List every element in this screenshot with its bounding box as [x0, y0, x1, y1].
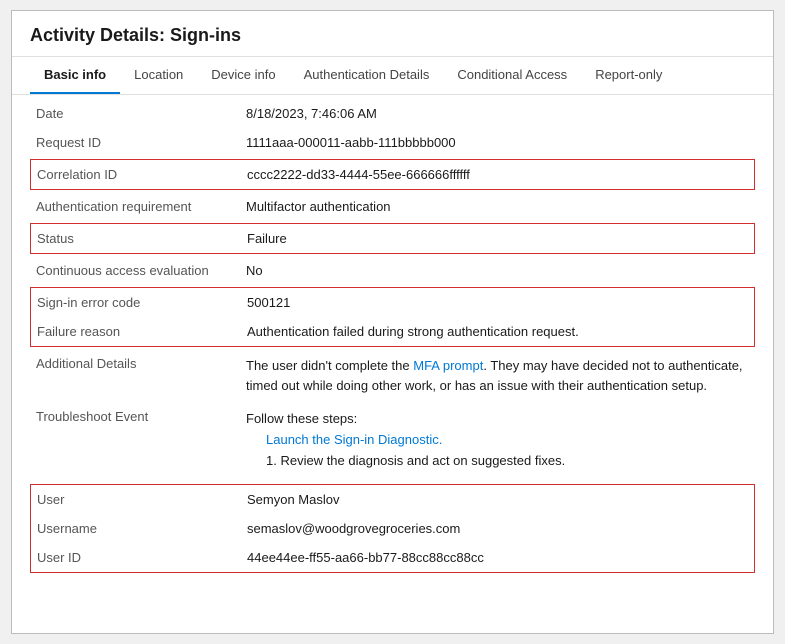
main-window: Activity Details: Sign-ins Basic info Lo… — [11, 10, 774, 634]
user-id-row: User ID 44ee44ee-ff55-aa66-bb77-88cc88cc… — [31, 543, 754, 572]
date-row: Date 8/18/2023, 7:46:06 AM — [30, 99, 755, 128]
auth-req-label: Authentication requirement — [36, 199, 246, 214]
user-id-label: User ID — [37, 550, 247, 565]
tab-location[interactable]: Location — [120, 57, 197, 94]
troubleshoot-step: 1. Review the diagnosis and act on sugge… — [266, 451, 749, 472]
additional-details-row: Additional Details The user didn't compl… — [30, 349, 755, 402]
user-label: User — [37, 492, 247, 507]
username-value: semaslov@woodgrovegroceries.com — [247, 521, 748, 536]
title-bar: Activity Details: Sign-ins — [12, 11, 773, 57]
user-row: User Semyon Maslov — [31, 485, 754, 514]
tab-basic-info[interactable]: Basic info — [30, 57, 120, 94]
tab-conditional-access[interactable]: Conditional Access — [443, 57, 581, 94]
correlation-id-label: Correlation ID — [37, 167, 247, 182]
failure-reason-value: Authentication failed during strong auth… — [247, 324, 748, 339]
auth-req-row: Authentication requirement Multifactor a… — [30, 192, 755, 221]
request-id-row: Request ID 1111aaa-000011-aabb-111bbbbb0… — [30, 128, 755, 157]
tab-device-info[interactable]: Device info — [197, 57, 289, 94]
additional-details-text1: The user didn't complete the — [246, 358, 413, 373]
tab-report-only[interactable]: Report-only — [581, 57, 676, 94]
additional-details-label: Additional Details — [36, 356, 246, 371]
troubleshoot-link[interactable]: Launch the Sign-in Diagnostic. — [266, 430, 749, 451]
sign-in-error-row: Sign-in error code 500121 — [31, 288, 754, 317]
correlation-id-row: Correlation ID cccc2222-dd33-4444-55ee-6… — [30, 159, 755, 190]
status-row: Status Failure — [30, 223, 755, 254]
user-group: User Semyon Maslov Username semaslov@woo… — [30, 484, 755, 573]
status-label: Status — [37, 231, 247, 246]
continuous-eval-label: Continuous access evaluation — [36, 263, 246, 278]
tab-bar: Basic info Location Device info Authenti… — [12, 57, 773, 95]
request-id-value[interactable]: 1111aaa-000011-aabb-111bbbbb000 — [246, 135, 749, 150]
username-row: Username semaslov@woodgrovegroceries.com — [31, 514, 754, 543]
troubleshoot-follow: Follow these steps: — [246, 409, 749, 430]
date-value: 8/18/2023, 7:46:06 AM — [246, 106, 749, 121]
request-id-label: Request ID — [36, 135, 246, 150]
correlation-id-value: cccc2222-dd33-4444-55ee-666666ffffff — [247, 167, 748, 182]
user-value[interactable]: Semyon Maslov — [247, 492, 748, 507]
error-group: Sign-in error code 500121 Failure reason… — [30, 287, 755, 347]
sign-in-error-label: Sign-in error code — [37, 295, 247, 310]
content-area: Date 8/18/2023, 7:46:06 AM Request ID 11… — [12, 99, 773, 593]
page-title: Activity Details: Sign-ins — [30, 25, 755, 46]
continuous-eval-row: Continuous access evaluation No — [30, 256, 755, 285]
continuous-eval-value: No — [246, 263, 749, 278]
sign-in-error-value: 500121 — [247, 295, 748, 310]
date-label: Date — [36, 106, 246, 121]
troubleshoot-label: Troubleshoot Event — [36, 409, 246, 424]
user-id-value: 44ee44ee-ff55-aa66-bb77-88cc88cc88cc — [247, 550, 748, 565]
additional-details-value: The user didn't complete the MFA prompt.… — [246, 356, 749, 395]
failure-reason-row: Failure reason Authentication failed dur… — [31, 317, 754, 346]
troubleshoot-row: Troubleshoot Event Follow these steps: L… — [30, 402, 755, 478]
troubleshoot-value: Follow these steps: Launch the Sign-in D… — [246, 409, 749, 471]
tab-auth-details[interactable]: Authentication Details — [290, 57, 444, 94]
additional-details-highlight: MFA prompt — [413, 358, 483, 373]
username-label: Username — [37, 521, 247, 536]
failure-reason-label: Failure reason — [37, 324, 247, 339]
status-value: Failure — [247, 231, 748, 246]
auth-req-value: Multifactor authentication — [246, 199, 749, 214]
